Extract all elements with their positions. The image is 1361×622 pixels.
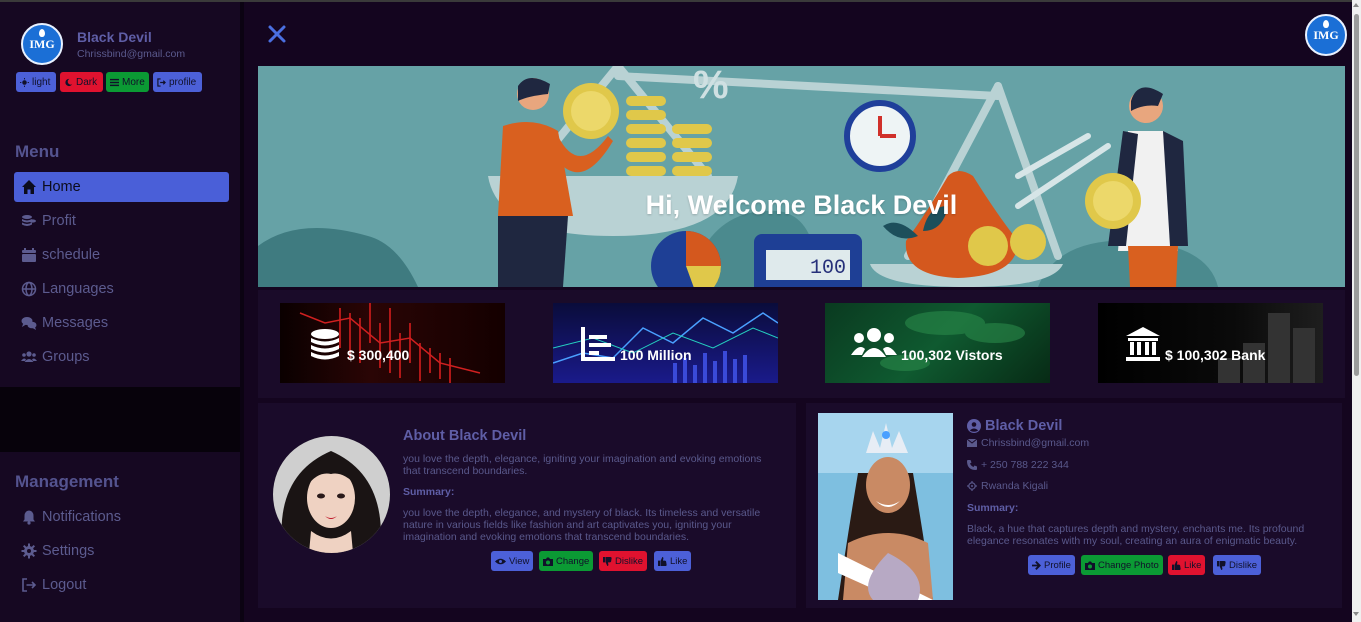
sidebar-item-languages[interactable]: Languages (14, 274, 229, 304)
like-button[interactable]: Like (654, 551, 692, 571)
menu-title: Menu (15, 142, 60, 161)
profile-link-button[interactable]: Profile (1028, 555, 1075, 575)
profile-button[interactable]: profile (153, 72, 202, 92)
sign-in-icon (157, 77, 166, 87)
users-icon (851, 328, 897, 357)
stat-value: 100 Million (620, 347, 692, 363)
sidebar-item-messages[interactable]: Messages (14, 308, 229, 338)
comments-icon (21, 317, 37, 330)
stat-card-million[interactable]: 100 Million (553, 303, 778, 383)
avatar[interactable]: IMG (21, 23, 63, 65)
coins-icon (22, 215, 36, 226)
scrollbar-thumb[interactable] (1354, 14, 1359, 376)
header-logo-text: IMG (1313, 27, 1339, 42)
stat-value: $ 300,400 (347, 347, 410, 363)
thumbs-up-icon (1172, 560, 1181, 570)
profile-email-row: Chrissbind@gmail.com (967, 437, 1089, 449)
sidebar-item-groups[interactable]: Groups (14, 342, 229, 372)
finance-illustration: % 100 (258, 66, 1218, 287)
eye-icon (495, 558, 506, 564)
sidebar-item-notifications[interactable]: Notifications (14, 502, 229, 532)
arrow-right-icon (1032, 560, 1041, 570)
logout-icon (22, 578, 37, 592)
camera-icon (1085, 561, 1095, 570)
change-photo-button[interactable]: Change Photo (1081, 555, 1163, 575)
calculator-display: 100 (810, 257, 846, 280)
sidebar-item-schedule[interactable]: schedule (14, 240, 229, 270)
chart-icon (581, 327, 615, 361)
stat-value: $ 100,302 Bank (1165, 347, 1266, 363)
svg-text:%: % (693, 66, 729, 107)
about-photo (273, 436, 390, 553)
change-button[interactable]: Change (539, 551, 594, 571)
thumbs-down-icon (603, 556, 612, 566)
sidebar-item-profit[interactable]: Profit (14, 206, 229, 236)
calendar-icon (22, 248, 36, 262)
phone-icon (967, 460, 977, 470)
dark-theme-button[interactable]: Dark (60, 72, 103, 92)
stat-card-bank[interactable]: $ 100,302 Bank (1098, 303, 1323, 383)
portrait-image (818, 413, 953, 600)
logo-text: IMG (29, 36, 55, 51)
profile-phone-row: + 250 788 222 344 (967, 459, 1069, 471)
about-title: About Black Devil (403, 428, 527, 444)
stat-value: 100,302 Vistors (901, 347, 1003, 363)
profile-name: Black Devil (967, 418, 1062, 434)
user-email: Chrissbind@gmail.com (77, 48, 186, 60)
bank-icon (1126, 327, 1160, 361)
users-icon (21, 351, 37, 362)
about-summary-label: Summary: (403, 486, 455, 498)
gear-icon (21, 543, 37, 559)
profile-summary: Black, a hue that captures depth and mys… (967, 523, 1305, 547)
profile-like-button[interactable]: Like (1168, 555, 1206, 575)
thumbs-down-icon (1217, 560, 1226, 570)
profile-location-row: Rwanda Kigali (967, 480, 1048, 492)
user-name: Black Devil (77, 29, 152, 45)
globe-icon (21, 281, 37, 297)
welcome-banner: % 100 Hi, Welcome Black Devil (258, 66, 1345, 287)
more-button[interactable]: More (106, 72, 149, 92)
dislike-button[interactable]: Dislike (599, 551, 647, 571)
scroll-up-icon[interactable] (1353, 3, 1359, 7)
list-icon (110, 78, 119, 86)
stat-card-visitors[interactable]: 100,302 Vistors (825, 303, 1050, 383)
management-title: Management (15, 472, 119, 491)
header-avatar[interactable]: IMG (1305, 14, 1347, 56)
home-icon (22, 180, 36, 194)
bell-icon (23, 510, 35, 525)
stat-card-revenue[interactable]: $ 300,400 (280, 303, 505, 383)
view-button[interactable]: View (491, 551, 534, 571)
coins-stack-icon (311, 329, 339, 360)
moon-icon (65, 78, 73, 86)
sidebar-item-home[interactable]: Home (14, 172, 229, 202)
light-theme-button[interactable]: light (16, 72, 56, 92)
profile-summary-label: Summary: (967, 502, 1019, 514)
envelope-icon (967, 439, 977, 447)
welcome-heading: Hi, Welcome Black Devil (645, 190, 958, 220)
sidebar-item-settings[interactable]: Settings (14, 536, 229, 566)
user-circle-icon (967, 419, 981, 433)
sun-icon (20, 77, 29, 87)
thumbs-up-icon (658, 556, 667, 566)
profile-dislike-button[interactable]: Dislike (1213, 555, 1261, 575)
profile-photo (818, 413, 953, 600)
camera-icon (543, 557, 553, 566)
about-intro: you love the depth, elegance, igniting y… (403, 453, 762, 477)
scroll-down-icon[interactable] (1353, 612, 1359, 616)
sidebar-item-logout[interactable]: Logout (14, 570, 229, 600)
location-icon (967, 481, 977, 491)
close-icon[interactable] (266, 23, 288, 45)
about-summary: you love the depth, elegance, and myster… (403, 507, 761, 543)
portrait-image (273, 436, 390, 553)
